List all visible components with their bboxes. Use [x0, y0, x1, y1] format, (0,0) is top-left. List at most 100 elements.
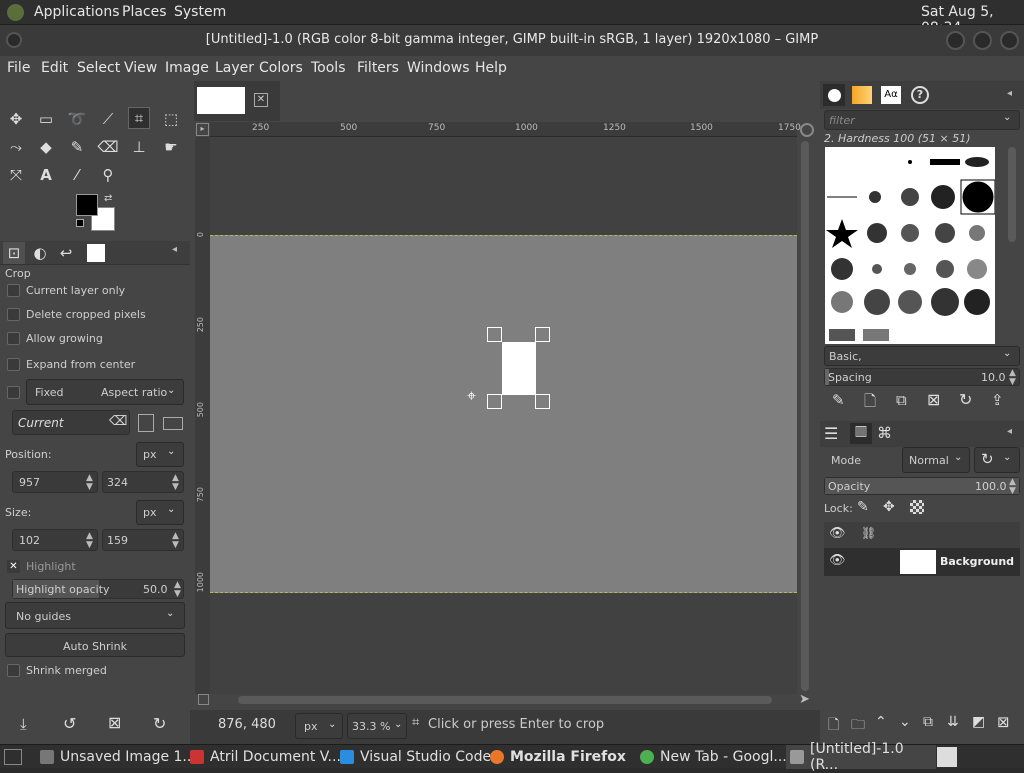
- menu-tools[interactable]: Tools: [311, 60, 346, 76]
- restore-options-icon[interactable]: ↺: [63, 714, 76, 733]
- zoom-dropdown[interactable]: 33.3 % ⌄: [347, 713, 407, 739]
- open-brush-icon[interactable]: ⇪: [991, 391, 1004, 409]
- menu-colors[interactable]: Colors: [259, 60, 303, 76]
- fuzzy-select-icon[interactable]: ⟋: [97, 108, 119, 130]
- clear-icon[interactable]: ⌫: [109, 414, 127, 429]
- layer-mode-reset[interactable]: ↻ ⌄: [974, 447, 1020, 473]
- spin-arrows-icon[interactable]: ▲ ▼: [86, 532, 93, 550]
- show-desktop-icon[interactable]: [4, 749, 22, 765]
- clone-icon[interactable]: ⊥: [128, 136, 150, 158]
- paths-icon[interactable]: ⤧: [5, 164, 27, 186]
- workspace-switcher[interactable]: [937, 747, 957, 767]
- current-ratio-field[interactable]: Current ⌫: [12, 410, 130, 435]
- paintbrush-icon[interactable]: ✎: [66, 136, 88, 158]
- eraser-icon[interactable]: ⌫: [97, 136, 119, 158]
- image-tab[interactable]: ✕: [194, 81, 280, 121]
- crop-handle-top-left[interactable]: [487, 327, 502, 342]
- fixed-aspect-dropdown[interactable]: Fixed Aspect ratio ⌄: [26, 379, 184, 405]
- highlight-opacity-slider[interactable]: Highlight opacity 50.0 ▲ ▼: [12, 579, 184, 599]
- layer-visibility-icon[interactable]: 👁: [829, 553, 846, 568]
- configure-tab-icon[interactable]: ◂: [1007, 88, 1012, 99]
- bucket-fill-icon[interactable]: ◆: [35, 136, 57, 158]
- smudge-icon[interactable]: ☛: [160, 136, 182, 158]
- delete-cropped-checkbox[interactable]: [7, 308, 20, 321]
- lock-alpha-icon[interactable]: [910, 500, 924, 514]
- distro-logo-icon[interactable]: [7, 4, 24, 21]
- menu-help[interactable]: Help: [475, 60, 507, 76]
- menu-file[interactable]: File: [7, 60, 30, 76]
- lock-position-icon[interactable]: ✥: [883, 499, 895, 515]
- menu-select[interactable]: Select: [77, 60, 120, 76]
- duplicate-brush-icon[interactable]: ⧉: [896, 391, 907, 409]
- menu-view[interactable]: View: [124, 60, 157, 76]
- delete-options-icon[interactable]: ⊠: [108, 713, 121, 732]
- layers-tab-icon[interactable]: ☰: [824, 424, 838, 443]
- lower-layer-icon[interactable]: ⌄: [899, 714, 911, 730]
- channels-tab-icon[interactable]: ▥: [850, 423, 872, 444]
- task-chrome[interactable]: New Tab - Googl...: [640, 745, 787, 769]
- swap-colors-icon[interactable]: ⇄: [104, 193, 112, 204]
- allow-growing-checkbox[interactable]: [7, 332, 20, 345]
- help-tab-icon[interactable]: ?: [911, 86, 929, 104]
- undo-history-tab-icon[interactable]: ↩: [55, 242, 77, 264]
- layer-row-background[interactable]: 👁 Background: [824, 548, 1020, 576]
- delete-layer-icon[interactable]: ⊠: [997, 713, 1010, 731]
- size-unit-dropdown[interactable]: px ⌄: [136, 500, 184, 525]
- fonts-tab-icon[interactable]: Aα: [881, 86, 901, 104]
- task-firefox[interactable]: Mozilla Firefox: [490, 745, 626, 769]
- new-brush-icon[interactable]: 🗋: [864, 391, 876, 416]
- zoom-icon[interactable]: ⚲: [97, 164, 119, 186]
- quick-mask-menu-icon[interactable]: ▸: [196, 123, 209, 136]
- places-menu[interactable]: Places: [122, 4, 167, 20]
- paths-tab-icon[interactable]: ⌘: [877, 424, 892, 442]
- landscape-icon[interactable]: [163, 417, 183, 430]
- toggle-quick-mask-icon[interactable]: [198, 694, 209, 705]
- images-tab-icon[interactable]: [87, 244, 105, 262]
- refresh-brushes-icon[interactable]: ↻: [959, 390, 972, 409]
- patterns-tab-icon[interactable]: [852, 86, 872, 104]
- task-unsaved-image[interactable]: Unsaved Image 1...: [40, 745, 196, 769]
- new-layer-group-icon[interactable]: 🗀: [851, 714, 865, 738]
- crop-handle-bottom-left[interactable]: [487, 394, 502, 409]
- menu-layer[interactable]: Layer: [215, 60, 254, 76]
- menu-edit[interactable]: Edit: [41, 60, 68, 76]
- maximize-button[interactable]: [973, 31, 992, 50]
- brush-spacing-slider[interactable]: Spacing 10.0 ▲ ▼: [824, 368, 1020, 387]
- position-y-input[interactable]: 324 ▲ ▼: [102, 471, 184, 493]
- status-unit-dropdown[interactable]: px ⌄: [295, 713, 343, 739]
- size-height-input[interactable]: 159 ▲ ▼: [102, 529, 184, 551]
- minimize-button[interactable]: [946, 31, 965, 50]
- spin-arrows-icon[interactable]: ▲ ▼: [1009, 369, 1016, 387]
- current-layer-only-checkbox[interactable]: [7, 284, 20, 297]
- color-picker-icon[interactable]: ⁄: [66, 164, 88, 186]
- delete-brush-icon[interactable]: ⊠: [927, 390, 940, 409]
- duplicate-layer-icon[interactable]: ⧉: [923, 714, 933, 730]
- tool-options-tab-icon[interactable]: ⊡: [3, 242, 25, 264]
- spin-arrows-icon[interactable]: ▲ ▼: [172, 532, 179, 550]
- position-x-input[interactable]: 957 ▲ ▼: [12, 471, 98, 493]
- spin-arrows-icon[interactable]: ▲ ▼: [174, 581, 181, 599]
- brush-preset-dropdown[interactable]: Basic, ⌄: [824, 346, 1020, 366]
- task-vscode[interactable]: Visual Studio Code: [340, 745, 491, 769]
- vertical-ruler[interactable]: 0 250 500 750 1000: [195, 137, 210, 694]
- foreground-color-swatch[interactable]: [76, 194, 98, 216]
- zoom-follow-icon[interactable]: [800, 123, 814, 137]
- crop-tool-icon[interactable]: ⌗: [128, 107, 150, 129]
- navigate-icon[interactable]: ➤: [799, 692, 810, 707]
- spin-arrows-icon[interactable]: ▲ ▼: [1009, 478, 1016, 496]
- rect-select-icon[interactable]: ▭: [35, 108, 57, 130]
- warp-icon[interactable]: ⤳: [5, 136, 27, 158]
- portrait-icon[interactable]: [138, 414, 154, 432]
- lasso-icon[interactable]: ➰: [66, 108, 88, 130]
- menu-filters[interactable]: Filters: [357, 60, 399, 76]
- close-window-button[interactable]: [1000, 31, 1019, 50]
- layer-name[interactable]: Background: [940, 555, 1014, 568]
- device-status-tab-icon[interactable]: ◐: [29, 242, 51, 264]
- size-width-input[interactable]: 102 ▲ ▼: [12, 529, 98, 551]
- layer-opacity-slider[interactable]: Opacity 100.0 ▲ ▼: [824, 477, 1020, 496]
- menu-windows[interactable]: Windows: [407, 60, 470, 76]
- fixed-checkbox[interactable]: [7, 386, 20, 399]
- crop-rectangle[interactable]: [502, 342, 536, 395]
- image-canvas[interactable]: [210, 235, 797, 593]
- spin-arrows-icon[interactable]: ▲ ▼: [172, 474, 179, 492]
